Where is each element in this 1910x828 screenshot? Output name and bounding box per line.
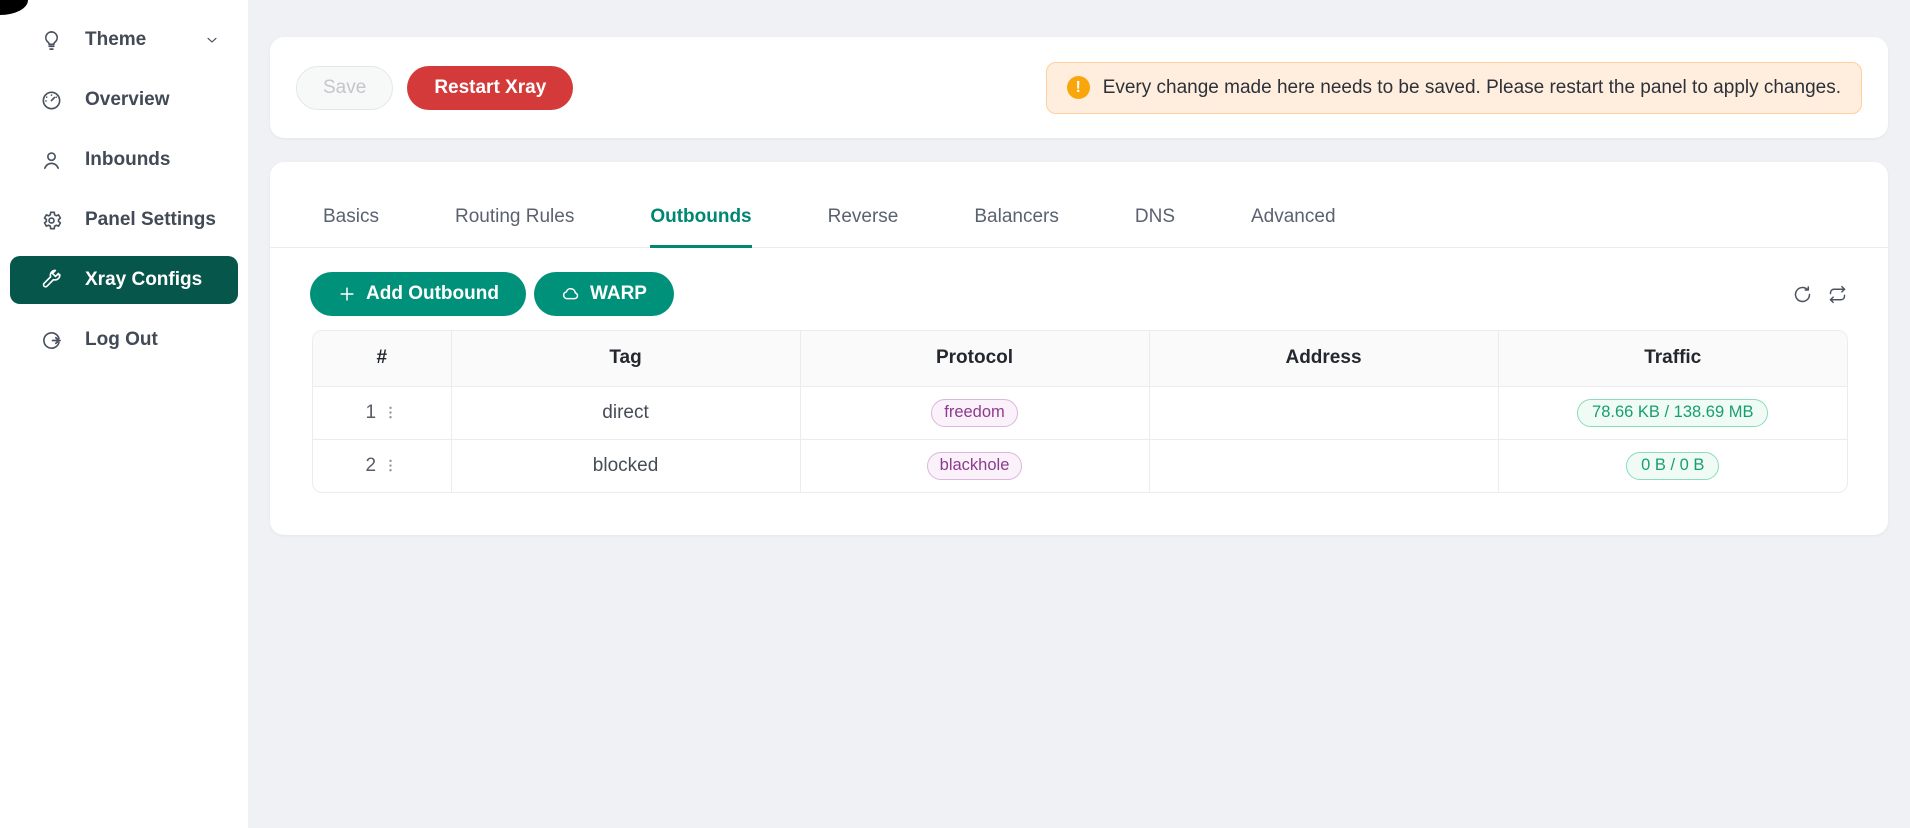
dashboard-icon <box>40 89 63 112</box>
traffic-badge: 0 B / 0 B <box>1626 452 1719 480</box>
cloud-icon <box>561 284 581 304</box>
sidebar-item-label: Xray Configs <box>85 269 202 291</box>
sidebar-item-label: Panel Settings <box>85 209 216 231</box>
tab-dns[interactable]: DNS <box>1135 206 1175 248</box>
warp-button[interactable]: WARP <box>534 272 674 316</box>
warning-alert-message: Every change made here needs to be saved… <box>1103 77 1841 99</box>
row-menu-button[interactable] <box>383 404 398 421</box>
warp-label: WARP <box>590 283 647 305</box>
chevron-down-icon <box>204 32 220 48</box>
tab-balancers[interactable]: Balancers <box>974 206 1059 248</box>
gear-icon <box>40 209 63 232</box>
save-button[interactable]: Save <box>296 66 393 110</box>
add-outbound-button[interactable]: Add Outbound <box>310 272 526 316</box>
sidebar-item-xray-configs[interactable]: Xray Configs <box>10 256 238 304</box>
repeat-icon[interactable] <box>1827 284 1848 305</box>
logout-icon <box>40 329 63 352</box>
outbounds-table: #TagProtocolAddressTraffic 1 direct free… <box>312 330 1848 493</box>
tab-outbounds[interactable]: Outbounds <box>650 206 751 248</box>
sidebar-item-log-out[interactable]: Log Out <box>10 316 238 364</box>
cell-tag: blocked <box>451 439 800 492</box>
sidebar-item-label: Theme <box>85 29 146 51</box>
toolbar-card: Save Restart Xray ! Every change made he… <box>270 37 1888 138</box>
row-menu-button[interactable] <box>383 457 398 474</box>
sidebar-item-label: Log Out <box>85 329 158 351</box>
plus-icon <box>337 284 357 304</box>
table-row: 2 blocked blackhole 0 B / 0 B <box>313 439 1847 492</box>
cell-index: 2 <box>313 439 451 492</box>
add-outbound-label: Add Outbound <box>366 283 499 305</box>
traffic-badge: 78.66 KB / 138.69 MB <box>1577 399 1768 427</box>
actions-row: Add Outbound WARP <box>310 272 1848 316</box>
table-tools <box>1792 284 1848 305</box>
table-row: 1 direct freedom 78.66 KB / 138.69 MB <box>313 386 1847 439</box>
sidebar-nav: Theme Overview Inbounds Panel Settings Xray … <box>0 0 248 364</box>
protocol-badge: freedom <box>931 399 1018 427</box>
config-card: Basics Routing Rules Outbounds Reverse Balan… <box>270 162 1888 535</box>
column-header-protocol: Protocol <box>800 331 1149 386</box>
sidebar-item-theme[interactable]: Theme <box>10 16 238 64</box>
cell-traffic: 0 B / 0 B <box>1498 439 1847 492</box>
tab-basics[interactable]: Basics <box>323 206 379 248</box>
sidebar-item-label: Inbounds <box>85 149 170 171</box>
user-icon <box>40 149 63 172</box>
cell-protocol: blackhole <box>800 439 1149 492</box>
tab-reverse[interactable]: Reverse <box>828 206 899 248</box>
tab-advanced[interactable]: Advanced <box>1251 206 1336 248</box>
sidebar-item-panel-settings[interactable]: Panel Settings <box>10 196 238 244</box>
refresh-icon[interactable] <box>1792 284 1813 305</box>
table-body: 1 direct freedom 78.66 KB / 138.69 MB 2 … <box>313 386 1847 492</box>
sidebar-item-overview[interactable]: Overview <box>10 76 238 124</box>
cell-tag: direct <box>451 386 800 439</box>
sidebar-item-label: Overview <box>85 89 170 111</box>
column-header-address: Address <box>1149 331 1498 386</box>
row-number: 2 <box>365 455 376 477</box>
restart-xray-button[interactable]: Restart Xray <box>407 66 573 110</box>
cell-address <box>1149 386 1498 439</box>
column-header-traffic: Traffic <box>1498 331 1847 386</box>
cell-traffic: 78.66 KB / 138.69 MB <box>1498 386 1847 439</box>
tab-routing-rules[interactable]: Routing Rules <box>455 206 574 248</box>
column-header-tag: Tag <box>451 331 800 386</box>
tag-value: direct <box>602 402 648 423</box>
row-number: 1 <box>365 402 376 424</box>
table-header-row: #TagProtocolAddressTraffic <box>313 331 1847 386</box>
protocol-badge: blackhole <box>927 452 1023 480</box>
cell-protocol: freedom <box>800 386 1149 439</box>
wrench-icon <box>40 269 63 292</box>
column-header--: # <box>313 331 451 386</box>
cell-address <box>1149 439 1498 492</box>
warning-alert: ! Every change made here needs to be sav… <box>1046 62 1862 114</box>
sidebar: Theme Overview Inbounds Panel Settings Xray … <box>0 0 248 828</box>
tag-value: blocked <box>593 455 659 476</box>
sidebar-item-inbounds[interactable]: Inbounds <box>10 136 238 184</box>
main-area: Save Restart Xray ! Every change made he… <box>248 0 1910 828</box>
bulb-icon <box>40 29 63 52</box>
cell-index: 1 <box>313 386 451 439</box>
warning-icon: ! <box>1067 76 1090 99</box>
config-tabs: Basics Routing Rules Outbounds Reverse Balan… <box>270 162 1888 248</box>
